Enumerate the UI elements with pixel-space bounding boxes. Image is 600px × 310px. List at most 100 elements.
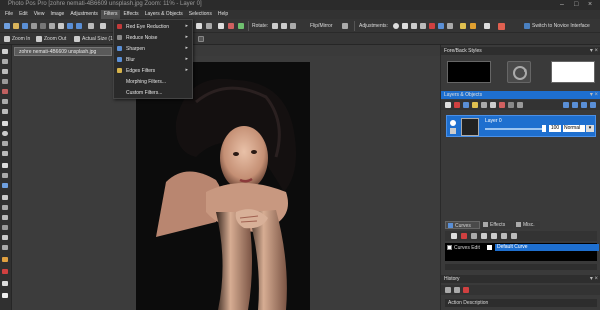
menu-help[interactable]: Help bbox=[215, 10, 231, 19]
add-icon[interactable] bbox=[198, 36, 204, 42]
new-curve-icon[interactable] bbox=[451, 233, 457, 239]
menu-file[interactable]: File bbox=[2, 10, 16, 19]
redo-history-icon[interactable] bbox=[454, 287, 460, 293]
gradient-tool-icon[interactable] bbox=[2, 183, 8, 188]
paste-icon[interactable] bbox=[58, 23, 64, 29]
lasso-tool-icon[interactable] bbox=[2, 69, 8, 74]
picture-icon[interactable] bbox=[218, 23, 224, 29]
maximize-button[interactable]: □ bbox=[574, 1, 578, 8]
tab-misc[interactable]: Misc. bbox=[514, 221, 540, 229]
open-icon[interactable] bbox=[13, 23, 19, 29]
effects-icon[interactable] bbox=[499, 102, 505, 108]
lock-icon[interactable] bbox=[517, 102, 523, 108]
hand-tool-icon[interactable] bbox=[2, 293, 8, 298]
shape-icon[interactable] bbox=[206, 23, 212, 29]
edit-curve-icon[interactable] bbox=[471, 233, 477, 239]
menu-effects[interactable]: Effects bbox=[120, 10, 141, 19]
dodge-tool-icon[interactable] bbox=[2, 235, 8, 240]
sharpen-tool-icon[interactable] bbox=[2, 215, 8, 220]
zoom-out-icon[interactable] bbox=[36, 36, 42, 42]
pin-icon[interactable]: ▾ × bbox=[590, 91, 598, 98]
flip-mirror-label[interactable]: Flip/Mirror bbox=[310, 23, 333, 29]
redeye-tool-icon[interactable] bbox=[2, 269, 8, 274]
pencil-tool-icon[interactable] bbox=[2, 99, 8, 104]
delete-curve-icon[interactable] bbox=[461, 233, 467, 239]
menu-item-morphing-filters[interactable]: Morphing Filters... bbox=[114, 77, 192, 86]
reset-curve-icon[interactable] bbox=[501, 233, 507, 239]
fill-tool-icon[interactable] bbox=[2, 173, 8, 178]
favorite-icon[interactable] bbox=[498, 23, 505, 30]
eraser-tool-icon[interactable] bbox=[2, 109, 8, 114]
chevron-down-icon[interactable]: ▾ bbox=[586, 125, 594, 132]
zoom-out-button[interactable]: Zoom Out bbox=[44, 36, 66, 42]
load-curve-icon[interactable] bbox=[491, 233, 497, 239]
default-curve-item[interactable]: Default Curve bbox=[495, 244, 599, 251]
clone-tool-icon[interactable] bbox=[2, 195, 8, 200]
ellipse-select-icon[interactable] bbox=[2, 131, 8, 136]
move-tool-icon[interactable] bbox=[2, 49, 8, 54]
menu-item-sharpen[interactable]: Sharpen ▸ bbox=[114, 44, 192, 53]
zoom-in-button[interactable]: Zoom In bbox=[12, 36, 30, 42]
rotate-right-icon[interactable] bbox=[281, 23, 287, 29]
photo-image[interactable] bbox=[136, 62, 310, 310]
enhance-icon[interactable] bbox=[460, 23, 466, 29]
rotate-free-icon[interactable] bbox=[290, 23, 296, 29]
undo-history-icon[interactable] bbox=[445, 287, 451, 293]
clear-history-icon[interactable] bbox=[463, 287, 469, 293]
tab-effects[interactable]: Effects bbox=[481, 221, 513, 229]
opacity-slider-handle[interactable] bbox=[542, 125, 546, 132]
mask-icon[interactable] bbox=[490, 102, 496, 108]
menu-item-custom-filters[interactable]: Custom Filters... bbox=[114, 88, 192, 97]
flip-icon[interactable] bbox=[342, 23, 348, 29]
print-icon[interactable] bbox=[31, 23, 37, 29]
opacity-input[interactable]: 100 bbox=[549, 125, 561, 132]
brush-tool-icon[interactable] bbox=[2, 89, 8, 94]
switch-interface-icon[interactable] bbox=[524, 23, 530, 29]
eyedropper-tool-icon[interactable] bbox=[2, 281, 8, 286]
duplicate-layer-icon[interactable] bbox=[463, 102, 469, 108]
menu-adjustments[interactable]: Adjustments bbox=[67, 10, 101, 19]
undo-icon[interactable] bbox=[67, 23, 73, 29]
curves-scrollbar[interactable] bbox=[445, 264, 597, 270]
layer-props-icon[interactable] bbox=[481, 102, 487, 108]
close-button[interactable]: × bbox=[588, 1, 592, 8]
switch-novice-button[interactable]: Switch to Novice Interface bbox=[532, 23, 590, 29]
menu-layers-objects[interactable]: Layers & Objects bbox=[142, 10, 186, 19]
blur-tool-icon[interactable] bbox=[2, 225, 8, 230]
menu-view[interactable]: View bbox=[31, 10, 48, 19]
visibility-icon[interactable] bbox=[450, 120, 456, 126]
stamp-tool-icon[interactable] bbox=[2, 257, 8, 262]
hue-icon[interactable] bbox=[420, 23, 426, 29]
move-bottom-icon[interactable] bbox=[590, 102, 596, 108]
move-top-icon[interactable] bbox=[581, 102, 587, 108]
select-tool-icon[interactable] bbox=[2, 59, 8, 64]
delete-layer-icon[interactable] bbox=[454, 102, 460, 108]
blend-mode-select[interactable]: Normal bbox=[563, 125, 585, 132]
layer-name[interactable]: Layer 0 bbox=[485, 118, 502, 124]
zoom-in-icon[interactable] bbox=[4, 36, 10, 42]
close-curve-icon[interactable] bbox=[511, 233, 517, 239]
clipart-icon[interactable] bbox=[228, 23, 234, 29]
save-curve-icon[interactable] bbox=[481, 233, 487, 239]
new-icon[interactable] bbox=[4, 23, 10, 29]
layer-lock-icon[interactable] bbox=[450, 128, 456, 134]
minimize-button[interactable]: – bbox=[560, 1, 564, 8]
actual-size-button[interactable]: Actual Size (1 bbox=[82, 36, 113, 42]
line-tool-icon[interactable] bbox=[2, 151, 8, 156]
star-icon[interactable] bbox=[484, 23, 490, 29]
actual-size-icon[interactable] bbox=[74, 36, 80, 42]
rotate-left-icon[interactable] bbox=[272, 23, 278, 29]
smudge-tool-icon[interactable] bbox=[2, 205, 8, 210]
document-tab[interactable]: zohre nemati-4B6609 unsplash.jpg bbox=[14, 47, 112, 56]
menu-item-reduce-noise[interactable]: Reduce Noise ▸ bbox=[114, 33, 192, 42]
levels-icon[interactable] bbox=[402, 23, 408, 29]
menu-item-red-eye-reduction[interactable]: Red Eye Reduction ▸ bbox=[114, 22, 192, 31]
copy-icon[interactable] bbox=[49, 23, 55, 29]
curves-icon[interactable] bbox=[411, 23, 417, 29]
burn-tool-icon[interactable] bbox=[2, 245, 8, 250]
frame-icon[interactable] bbox=[238, 23, 244, 29]
cut-icon[interactable] bbox=[40, 23, 46, 29]
text-tool-icon[interactable] bbox=[2, 163, 8, 168]
save-icon[interactable] bbox=[22, 23, 28, 29]
background-swatch[interactable] bbox=[551, 61, 595, 83]
